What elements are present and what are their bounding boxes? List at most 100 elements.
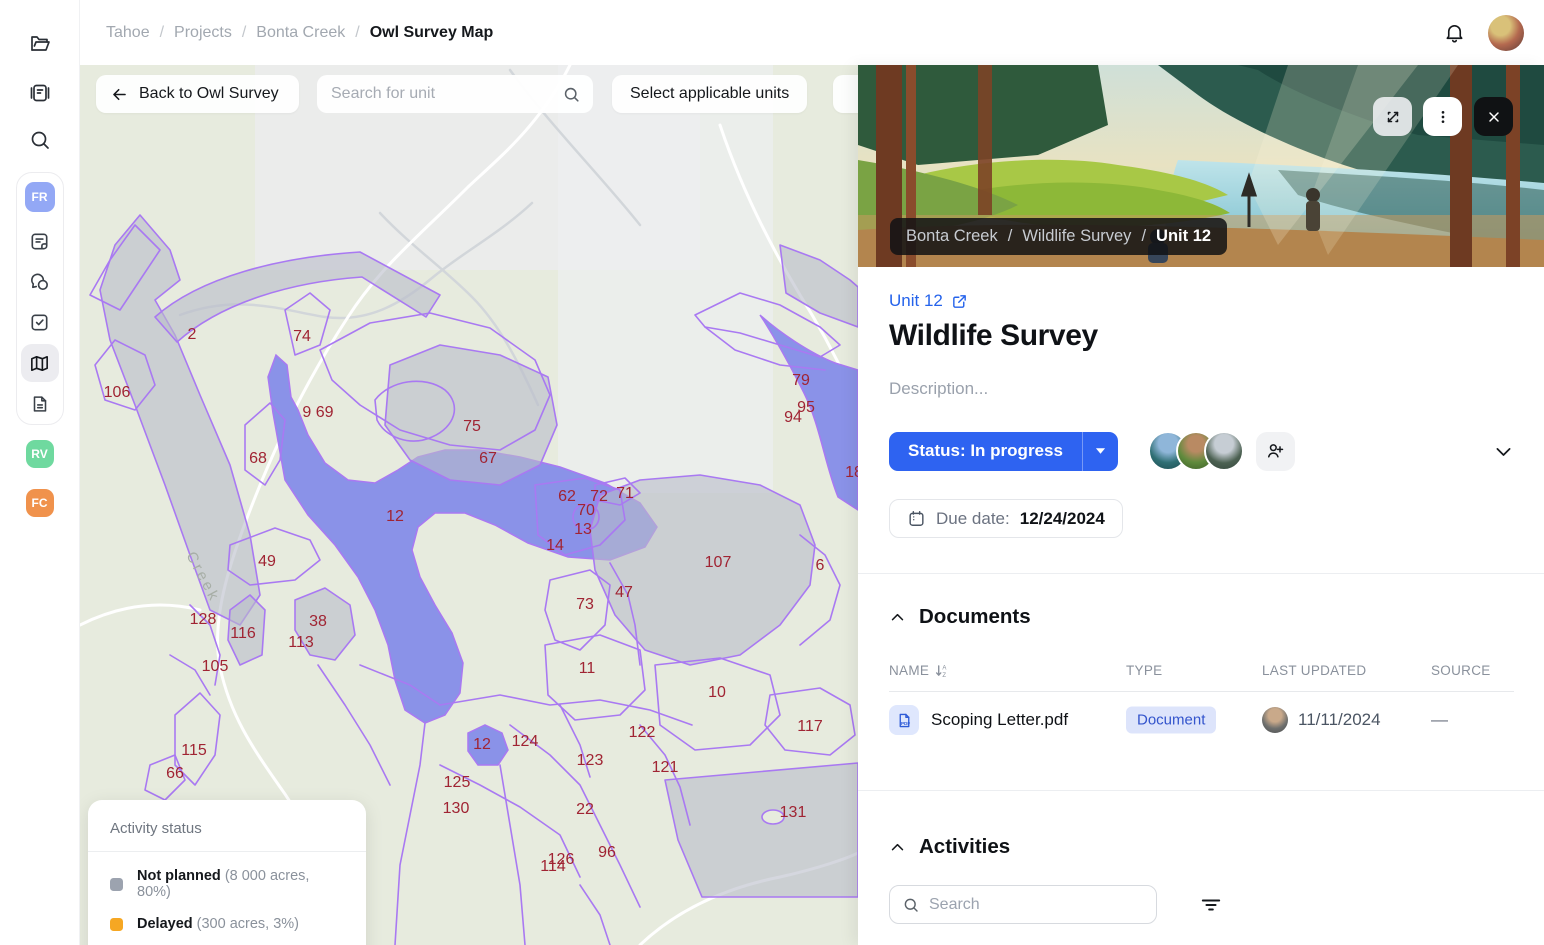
legend-title: Activity status <box>110 820 344 837</box>
select-units-label: Select applicable units <box>630 85 789 103</box>
svg-text:2: 2 <box>188 326 197 343</box>
svg-text:68: 68 <box>249 450 267 467</box>
projects-folder-icon[interactable] <box>27 30 53 56</box>
activities-search-box <box>889 885 1157 924</box>
chat-icon[interactable] <box>27 269 53 295</box>
user-avatar[interactable] <box>1488 15 1524 51</box>
chevron-up-icon <box>889 609 906 626</box>
notes-icon[interactable] <box>27 228 53 254</box>
svg-text:96: 96 <box>598 844 616 861</box>
svg-text:38: 38 <box>309 613 327 630</box>
unit-search-box <box>317 75 593 113</box>
workspace-avatar-rv[interactable]: RV <box>26 440 54 468</box>
caret-down-icon <box>1095 447 1106 455</box>
arrow-left-icon <box>110 85 129 104</box>
notifications-bell-icon[interactable] <box>1443 21 1466 44</box>
svg-text:113: 113 <box>288 634 314 651</box>
collapse-details-chevron[interactable] <box>1493 441 1514 462</box>
svg-text:125: 125 <box>444 774 471 791</box>
unit-link-label: Unit 12 <box>889 291 943 311</box>
map-icon <box>28 352 51 375</box>
svg-text:10: 10 <box>708 684 726 701</box>
hero-crumb-bonta-creek[interactable]: Bonta Creek <box>906 227 998 246</box>
due-date-button[interactable]: Due date: 12/24/2024 <box>889 499 1123 538</box>
svg-text:116: 116 <box>230 625 256 642</box>
owl-survey-map[interactable]: Creek 2741069 69756867126272717013144910… <box>80 65 858 945</box>
document-row[interactable]: PDF Scoping Letter.pdf Document 11/11/20… <box>889 692 1514 748</box>
status-button[interactable]: Status: In progress <box>889 432 1118 471</box>
select-applicable-units-button[interactable]: Select applicable units <box>612 75 807 113</box>
documents-table: NAME AZ TYPE LAST UPDATED SOURCE PDF Sco… <box>889 663 1514 748</box>
section-divider <box>858 790 1544 791</box>
sort-az-icon: AZ <box>935 664 948 678</box>
activities-section-header[interactable]: Activities <box>889 835 1514 859</box>
toolbar-button-partial[interactable] <box>833 75 858 113</box>
svg-text:12: 12 <box>473 736 491 753</box>
svg-text:94: 94 <box>784 409 802 426</box>
status-dropdown-arrow[interactable] <box>1083 432 1118 471</box>
svg-text:67: 67 <box>479 450 497 467</box>
svg-text:12: 12 <box>386 508 404 525</box>
legend-swatch <box>110 878 123 891</box>
panel-content: Unit 12 Wildlife Survey Description... S… <box>858 267 1544 538</box>
search-icon <box>902 896 920 914</box>
svg-text:123: 123 <box>577 752 604 769</box>
breadcrumb: Tahoe/ Projects/ Bonta Creek/ Owl Survey… <box>106 24 493 42</box>
sidebar-item-map-active[interactable] <box>21 344 59 382</box>
workspace-avatar-fc[interactable]: FC <box>26 489 54 517</box>
close-icon <box>1486 109 1502 125</box>
document-type-badge: Document <box>1126 707 1216 734</box>
svg-text:14: 14 <box>546 537 564 554</box>
search-icon[interactable] <box>27 127 53 153</box>
legend-item-delayed: Delayed (300 acres, 3%) <box>110 916 344 932</box>
activity-status-legend: Activity status Not planned (8 000 acres… <box>88 800 366 945</box>
column-source[interactable]: SOURCE <box>1431 663 1491 678</box>
svg-text:105: 105 <box>202 658 229 675</box>
legend-swatch <box>110 918 123 931</box>
svg-text:107: 107 <box>705 554 732 571</box>
hero-crumb-unit: Unit 12 <box>1156 227 1211 246</box>
assignee-avatars[interactable] <box>1148 431 1244 471</box>
svg-text:115: 115 <box>181 742 207 759</box>
filter-lines-icon <box>1201 896 1221 914</box>
more-options-button[interactable] <box>1423 97 1462 136</box>
tasks-icon[interactable] <box>27 309 53 335</box>
library-icon[interactable] <box>27 80 53 106</box>
description-placeholder[interactable]: Description... <box>889 379 1514 399</box>
svg-text:124: 124 <box>512 733 539 750</box>
document-icon[interactable] <box>27 391 53 417</box>
documents-section-header[interactable]: Documents <box>889 605 1514 629</box>
back-to-owl-survey-button[interactable]: Back to Owl Survey <box>96 75 299 113</box>
column-last-updated[interactable]: LAST UPDATED <box>1262 663 1366 678</box>
breadcrumb-projects[interactable]: Projects <box>174 24 232 42</box>
activities-search-input[interactable] <box>929 896 1144 914</box>
column-name[interactable]: NAME AZ <box>889 663 948 678</box>
breadcrumb-tahoe[interactable]: Tahoe <box>106 24 150 42</box>
breadcrumb-separator: / <box>355 24 359 42</box>
filter-button[interactable] <box>1201 896 1221 914</box>
expand-button[interactable] <box>1373 97 1412 136</box>
svg-text:114: 114 <box>540 858 566 875</box>
svg-text:73: 73 <box>576 596 594 613</box>
documents-table-header: NAME AZ TYPE LAST UPDATED SOURCE <box>889 663 1514 681</box>
status-label: Status: In progress <box>889 432 1082 471</box>
workspace-avatar-fr[interactable]: FR <box>25 182 55 212</box>
unit-12-link[interactable]: Unit 12 <box>889 291 968 311</box>
add-assignee-button[interactable] <box>1256 432 1295 471</box>
close-panel-button[interactable] <box>1474 97 1513 136</box>
page-title: Wildlife Survey <box>889 319 1514 353</box>
svg-text:6: 6 <box>816 557 825 574</box>
svg-text:117: 117 <box>797 718 823 735</box>
assignee-avatar-3[interactable] <box>1204 431 1244 471</box>
svg-text:74: 74 <box>293 328 311 345</box>
column-type[interactable]: TYPE <box>1126 663 1162 678</box>
unit-search-input[interactable] <box>331 85 562 103</box>
status-row: Status: In progress <box>889 431 1514 471</box>
svg-text:11: 11 <box>579 660 596 677</box>
expand-icon <box>1384 108 1402 126</box>
breadcrumb-bonta-creek[interactable]: Bonta Creek <box>256 24 345 42</box>
svg-text:131: 131 <box>780 804 807 821</box>
hero-crumb-wildlife-survey[interactable]: Wildlife Survey <box>1022 227 1131 246</box>
svg-text:18: 18 <box>845 464 858 481</box>
calendar-icon <box>907 509 926 528</box>
